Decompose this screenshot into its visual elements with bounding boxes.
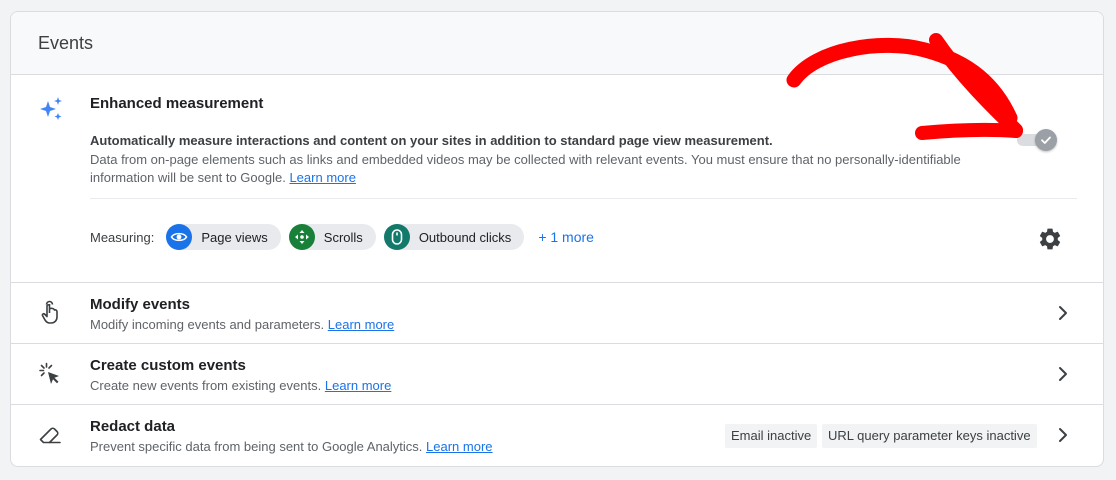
redact-data-learn-more-link[interactable]: Learn more <box>426 439 492 454</box>
measuring-label: Measuring: <box>90 229 155 245</box>
cursor-click-icon <box>39 362 59 384</box>
enhanced-learn-more-link[interactable]: Learn more <box>289 170 355 185</box>
chip-label: Outbound clicks <box>418 229 512 245</box>
row-title: Create custom events <box>90 357 246 374</box>
url-params-status-badge: URL query parameter keys inactive <box>822 424 1037 448</box>
enhanced-measurement-title: Enhanced measurement <box>90 95 264 112</box>
chip-outbound-clicks[interactable]: Outbound clicks <box>383 224 525 250</box>
card-title: Events <box>38 32 94 53</box>
enhanced-measurement-summary: Automatically measure interactions and c… <box>90 133 773 148</box>
measuring-row: Measuring: Page views Scrolls Outbound c… <box>90 223 594 251</box>
sparkle-icon <box>40 97 62 120</box>
email-status-badge: Email inactive <box>725 424 818 448</box>
row-subtitle: Create new events from existing events. … <box>90 378 391 393</box>
create-custom-events-row[interactable]: Create custom events Create new events f… <box>11 344 1103 405</box>
description-text: Data from on-page elements such as links… <box>90 152 961 185</box>
row-subtitle-text: Prevent specific data from being sent to… <box>90 439 423 454</box>
toggle-thumb <box>1035 129 1057 151</box>
modify-events-learn-more-link[interactable]: Learn more <box>328 317 394 332</box>
more-chips-link[interactable]: + 1 more <box>538 229 594 245</box>
touch-hand-icon <box>41 300 58 324</box>
section-divider <box>90 198 1077 199</box>
row-title: Modify events <box>90 296 191 313</box>
modify-events-row[interactable]: Modify events Modify incoming events and… <box>11 283 1103 344</box>
gear-icon[interactable] <box>1037 226 1063 252</box>
scroll-arrows-icon <box>288 224 315 250</box>
row-subtitle-text: Modify incoming events and parameters. <box>90 317 325 332</box>
chevron-right-icon[interactable] <box>1051 301 1075 325</box>
chevron-right-icon[interactable] <box>1051 362 1075 386</box>
chip-scrolls[interactable]: Scrolls <box>288 224 376 250</box>
row-title: Redact data <box>90 418 176 435</box>
custom-events-learn-more-link[interactable]: Learn more <box>325 378 391 393</box>
eye-icon <box>166 224 193 250</box>
chevron-right-icon[interactable] <box>1051 423 1075 447</box>
events-card: Events Enhanced measurement Automaticall… <box>10 11 1104 467</box>
enhanced-measurement-section: Enhanced measurement Automatically measu… <box>11 75 1103 283</box>
enhanced-measurement-toggle[interactable] <box>1015 129 1057 151</box>
row-subtitle: Prevent specific data from being sent to… <box>90 439 493 454</box>
row-subtitle-text: Create new events from existing events. <box>90 378 322 393</box>
enhanced-measurement-description: Data from on-page elements such as links… <box>90 151 970 187</box>
row-subtitle: Modify incoming events and parameters. L… <box>90 317 394 332</box>
check-icon <box>1041 136 1051 144</box>
chip-label: Page views <box>201 229 268 245</box>
card-header: Events <box>11 12 1103 75</box>
eraser-icon <box>39 427 61 444</box>
chip-label: Scrolls <box>323 229 363 245</box>
redact-data-row[interactable]: Redact data Prevent specific data from b… <box>11 405 1103 466</box>
mouse-icon <box>383 224 410 250</box>
chip-page-views[interactable]: Page views <box>166 224 281 250</box>
